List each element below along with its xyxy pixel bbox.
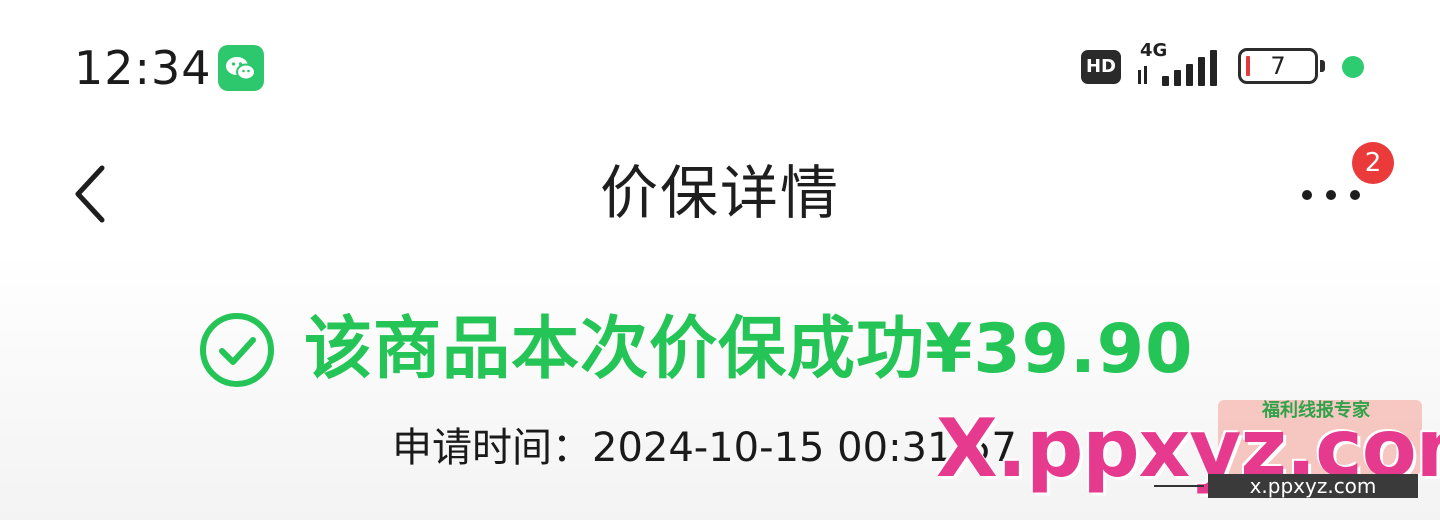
back-button[interactable] bbox=[66, 158, 126, 228]
status-time: 12:34 bbox=[74, 41, 212, 95]
price-protection-result: 该商品本次价保成功¥39.90 bbox=[198, 300, 1193, 400]
status-dot bbox=[1342, 56, 1364, 78]
apply-time-label: 申请时间： bbox=[392, 425, 592, 471]
hd-voice-icon: HD bbox=[1081, 50, 1121, 84]
apply-time: 申请时间：2024-10-15 00:31:57 bbox=[392, 420, 1017, 476]
more-horizontal-icon bbox=[1302, 190, 1312, 200]
more-horizontal-icon bbox=[1350, 190, 1360, 200]
chevron-left-icon bbox=[75, 165, 105, 223]
battery-icon: 7 bbox=[1238, 48, 1325, 84]
more-horizontal-icon bbox=[1326, 190, 1336, 200]
watermark-url: x.ppxyz.com bbox=[1208, 474, 1418, 498]
watermark-divider bbox=[1154, 485, 1204, 487]
wechat-icon bbox=[218, 45, 264, 91]
result-message: 该商品本次价保成功¥39.90 bbox=[304, 310, 1194, 389]
signal-strength-icon bbox=[1138, 50, 1217, 86]
page-title: 价保详情 bbox=[599, 159, 840, 227]
notification-badge: 2 bbox=[1352, 142, 1394, 184]
check-circle-icon bbox=[200, 313, 274, 387]
battery-level: 7 bbox=[1270, 52, 1286, 80]
status-bar: 12:34 HD 4G 7 bbox=[0, 0, 1440, 130]
